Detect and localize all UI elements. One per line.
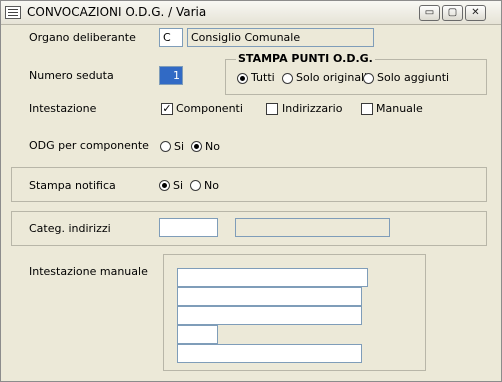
- minimize-button[interactable]: ▭: [419, 5, 440, 21]
- maximize-button[interactable]: ▢: [442, 5, 463, 21]
- categ-description-field: [235, 218, 390, 237]
- intestazione-line-5[interactable]: [177, 344, 362, 363]
- stampa-notifica-label: Stampa notifica: [29, 179, 116, 192]
- close-button[interactable]: ✕: [465, 5, 486, 21]
- odg-no-radio[interactable]: [191, 141, 202, 152]
- odg-componente-label: ODG per componente: [29, 139, 149, 152]
- intestazione-line-1[interactable]: [177, 268, 368, 287]
- categ-code-field[interactable]: [159, 218, 218, 237]
- indirizzario-checkbox[interactable]: [266, 103, 278, 115]
- manuale-checkbox[interactable]: [361, 103, 373, 115]
- organo-code-field[interactable]: C: [159, 28, 183, 47]
- window-title: CONVOCAZIONI O.D.G. / Varia: [27, 5, 207, 19]
- stampa-punti-title: STAMPA PUNTI O.D.G.: [236, 52, 375, 65]
- componenti-checkbox[interactable]: ✓: [161, 103, 173, 115]
- stampa-aggiunti-radio[interactable]: [363, 73, 374, 84]
- stampa-tutti-label: Tutti: [251, 71, 275, 84]
- stampa-tutti-radio[interactable]: [237, 73, 248, 84]
- organo-label: Organo deliberante: [29, 31, 136, 44]
- componenti-label: Componenti: [176, 102, 243, 115]
- notifica-no-radio[interactable]: [190, 180, 201, 191]
- manuale-label: Manuale: [376, 102, 423, 115]
- intestazione-line-2[interactable]: [177, 287, 362, 306]
- intestazione-label: Intestazione: [29, 102, 97, 115]
- notifica-si-label: Si: [173, 179, 184, 192]
- seduta-label: Numero seduta: [29, 69, 114, 82]
- form-icon: [5, 6, 21, 19]
- stampa-originali-radio[interactable]: [282, 73, 293, 84]
- intestazione-line-4[interactable]: [177, 325, 218, 344]
- intestazione-line-3[interactable]: [177, 306, 362, 325]
- odg-no-label: No: [205, 140, 220, 153]
- organo-description-field: Consiglio Comunale: [187, 28, 374, 47]
- stampa-aggiunti-label: Solo aggiunti: [377, 71, 450, 84]
- seduta-field[interactable]: 1: [159, 66, 183, 85]
- title-bar[interactable]: CONVOCAZIONI O.D.G. / Varia ▭ ▢ ✕: [1, 1, 501, 25]
- notifica-no-label: No: [204, 179, 219, 192]
- notifica-si-radio[interactable]: [159, 180, 170, 191]
- odg-si-radio[interactable]: [160, 141, 171, 152]
- window: CONVOCAZIONI O.D.G. / Varia ▭ ▢ ✕ Organo…: [0, 0, 502, 382]
- stampa-originali-label: Solo originali: [296, 71, 368, 84]
- intestazione-manuale-label: Intestazione manuale: [29, 265, 148, 278]
- odg-si-label: Si: [174, 140, 185, 153]
- categ-indirizzi-label: Categ. indirizzi: [29, 222, 111, 235]
- indirizzario-label: Indirizzario: [282, 102, 343, 115]
